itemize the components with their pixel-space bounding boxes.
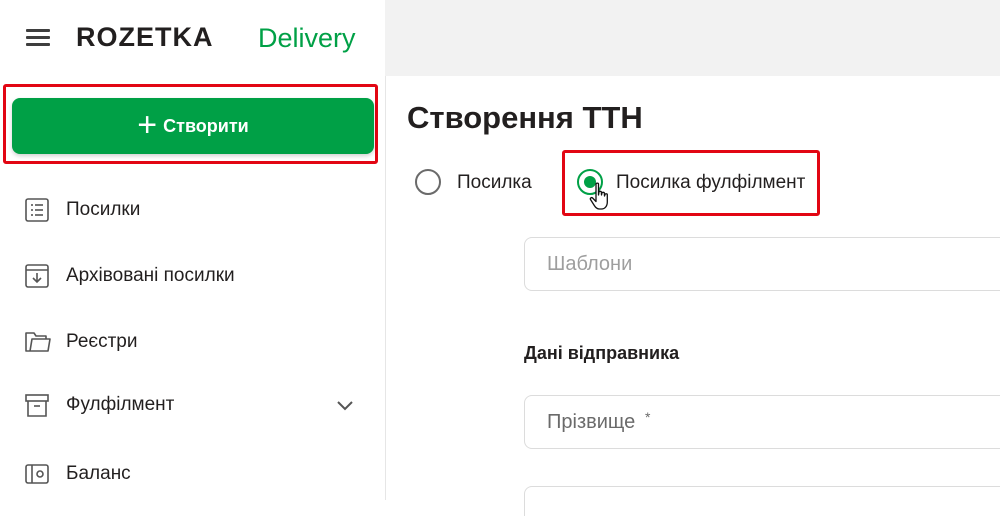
folder-icon [25, 332, 51, 352]
top-bar [385, 0, 1000, 76]
chevron-down-icon[interactable] [334, 395, 356, 415]
sidebar-item-registers[interactable]: Реєстри [0, 320, 384, 364]
create-button-label: Створити [163, 115, 249, 136]
sidebar-item-label: Баланс [66, 463, 131, 484]
templates-input[interactable] [525, 238, 1000, 290]
radio-parcel[interactable]: Посилка [415, 169, 545, 199]
menu-icon[interactable] [26, 29, 50, 47]
radio-button[interactable] [415, 169, 441, 195]
required-mark: * [645, 409, 651, 425]
templates-field[interactable] [524, 237, 1000, 291]
create-button[interactable]: + Створити [12, 98, 374, 154]
next-field[interactable] [524, 486, 1000, 516]
logo-product: Delivery [258, 23, 356, 53]
sidebar: ROZETKA Delivery + Створити Посилки Архі… [0, 0, 386, 500]
wallet-icon [25, 464, 49, 484]
sidebar-item-parcels[interactable]: Посилки [0, 188, 384, 232]
sidebar-item-label: Реєстри [66, 331, 138, 352]
hand-cursor-icon [589, 182, 608, 210]
sidebar-item-label: Посилки [66, 199, 141, 220]
sidebar-item-archived[interactable]: Архівовані посилки [0, 254, 384, 298]
sidebar-item-fulfillment[interactable]: Фулфілмент [0, 383, 384, 427]
plus-icon: + [137, 105, 158, 144]
brand-header: ROZETKA Delivery [0, 0, 385, 78]
radio-label: Посилка фулфілмент [616, 172, 806, 193]
sidebar-item-label: Архівовані посилки [66, 265, 235, 286]
radio-parcel-fulfillment[interactable]: Посилка фулфілмент [577, 169, 813, 199]
surname-field[interactable] [524, 395, 1000, 449]
sidebar-item-balance[interactable]: Баланс [0, 452, 384, 496]
page-title: Створення ТТН [407, 100, 643, 135]
archive-download-icon [25, 264, 49, 288]
logo[interactable]: ROZETKA [76, 22, 214, 53]
surname-input[interactable] [525, 396, 1000, 448]
list-icon [25, 198, 49, 222]
sender-section-title: Дані відправника [524, 343, 680, 363]
box-icon [25, 394, 49, 417]
radio-label: Посилка [457, 172, 532, 193]
sidebar-item-label: Фулфілмент [66, 394, 175, 415]
